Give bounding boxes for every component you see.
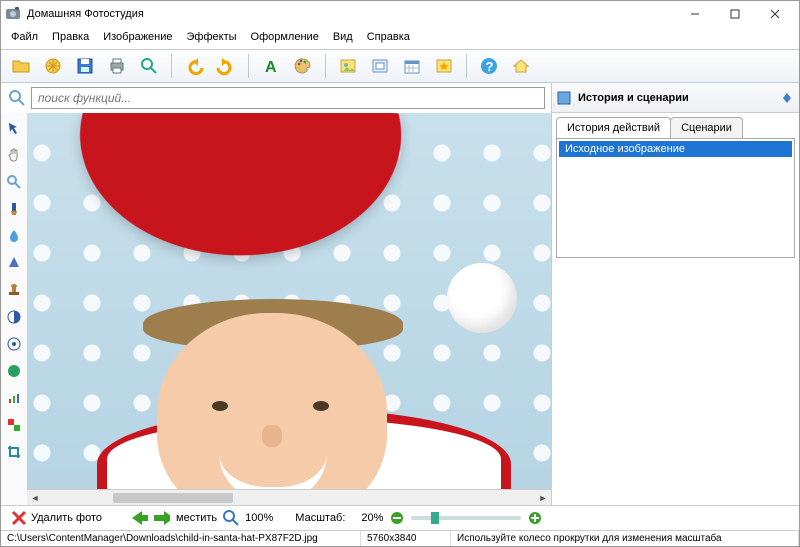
status-bar: C:\Users\ContentManager\Downloads\child-… xyxy=(1,530,799,546)
search-row xyxy=(1,83,551,113)
menu-help[interactable]: Справка xyxy=(361,29,416,45)
right-panel: История действий Сценарии Исходное изобр… xyxy=(551,113,799,505)
history-item[interactable]: Исходное изображение xyxy=(559,141,792,157)
right-panel-tabs: История действий Сценарии xyxy=(552,113,799,138)
zoom-in-icon[interactable] xyxy=(527,510,543,526)
panel-collapse-icon[interactable] xyxy=(779,90,795,106)
pointer-icon[interactable] xyxy=(3,117,25,139)
redo-icon[interactable] xyxy=(212,53,240,79)
scroll-track[interactable] xyxy=(43,491,535,505)
zoom-slider-knob[interactable] xyxy=(431,512,439,524)
blur-icon[interactable] xyxy=(3,252,25,274)
scroll-thumb[interactable] xyxy=(113,493,233,503)
minimize-button[interactable] xyxy=(675,2,715,26)
image-canvas[interactable] xyxy=(27,113,551,489)
status-dimensions: 5760x3840 xyxy=(361,531,451,546)
close-button[interactable] xyxy=(755,2,795,26)
workspace: ◄ ► История действий Сценарии Исходное и… xyxy=(1,113,799,505)
main-toolbar: A ? xyxy=(1,50,799,83)
help-icon[interactable]: ? xyxy=(475,53,503,79)
toolbar-separator xyxy=(171,54,172,78)
toolbar-separator xyxy=(466,54,467,78)
zoom-slider[interactable] xyxy=(411,516,521,520)
menu-file[interactable]: Файл xyxy=(5,29,44,45)
svg-text:A: A xyxy=(265,59,277,76)
fit100-label[interactable]: 100% xyxy=(245,512,273,524)
tab-history[interactable]: История действий xyxy=(556,117,671,138)
zoom-out-icon[interactable] xyxy=(389,510,405,526)
history-list: Исходное изображение xyxy=(556,138,795,258)
bottom-bar: Удалить фото местить 100% Масштаб: 20% xyxy=(1,505,799,530)
toolbar-separator xyxy=(325,54,326,78)
drop-icon[interactable] xyxy=(3,225,25,247)
contrast-icon[interactable] xyxy=(3,306,25,328)
delete-icon xyxy=(11,510,27,526)
open-folder-icon[interactable] xyxy=(7,53,35,79)
frame-icon[interactable] xyxy=(366,53,394,79)
undo-icon[interactable] xyxy=(180,53,208,79)
scroll-right-icon[interactable]: ► xyxy=(535,491,551,505)
calendar-icon[interactable] xyxy=(398,53,426,79)
fit100-icon[interactable] xyxy=(223,510,239,526)
scale-value: 20% xyxy=(351,512,383,524)
app-icon xyxy=(5,6,21,22)
status-filepath: C:\Users\ContentManager\Downloads\child-… xyxy=(1,531,361,546)
enhance-icon[interactable] xyxy=(39,53,67,79)
search-icon xyxy=(7,88,27,108)
brush-icon[interactable] xyxy=(3,198,25,220)
menu-edit[interactable]: Правка xyxy=(46,29,95,45)
left-toolbox xyxy=(1,113,27,505)
balance-icon[interactable] xyxy=(3,333,25,355)
swatch-icon[interactable] xyxy=(3,360,25,382)
stamp-icon[interactable] xyxy=(3,279,25,301)
crop-icon[interactable] xyxy=(3,441,25,463)
window-title: Домашняя Фотостудия xyxy=(27,8,675,20)
home-icon[interactable] xyxy=(507,53,535,79)
svg-text:?: ? xyxy=(486,59,494,74)
zoom-tool-icon[interactable] xyxy=(135,53,163,79)
menu-effects[interactable]: Эффекты xyxy=(181,29,243,45)
status-hint: Используйте колесо прокрутки для изменен… xyxy=(451,531,799,546)
title-bar: Домашняя Фотостудия xyxy=(1,1,799,27)
maximize-button[interactable] xyxy=(715,2,755,26)
horizontal-scrollbar[interactable]: ◄ ► xyxy=(27,489,551,505)
menu-decoration[interactable]: Оформление xyxy=(245,29,325,45)
levels-icon[interactable] xyxy=(3,387,25,409)
menu-bar: Файл Правка Изображение Эффекты Оформлен… xyxy=(1,27,799,50)
next-arrow-icon[interactable] xyxy=(154,510,170,526)
print-icon[interactable] xyxy=(103,53,131,79)
canvas-area: ◄ ► xyxy=(27,113,551,505)
window-controls xyxy=(675,2,795,26)
menu-image[interactable]: Изображение xyxy=(97,29,178,45)
magnifier-icon[interactable] xyxy=(3,171,25,193)
palette-icon[interactable] xyxy=(289,53,317,79)
delete-label: Удалить фото xyxy=(31,512,102,524)
tab-scenarios[interactable]: Сценарии xyxy=(670,117,743,138)
hand-icon[interactable] xyxy=(3,144,25,166)
effects-icon[interactable] xyxy=(430,53,458,79)
photo-icon[interactable] xyxy=(334,53,362,79)
delete-photo-button[interactable]: Удалить фото xyxy=(7,509,106,527)
save-icon[interactable] xyxy=(71,53,99,79)
photo-background xyxy=(27,113,551,489)
prev-arrow-icon[interactable] xyxy=(132,510,148,526)
toolbar-separator xyxy=(248,54,249,78)
right-panel-header: История и сценарии xyxy=(551,83,799,113)
right-panel-title: История и сценарии xyxy=(578,92,689,104)
search-input[interactable] xyxy=(31,87,545,109)
fit-label[interactable]: местить xyxy=(176,512,217,524)
menu-view[interactable]: Вид xyxy=(327,29,359,45)
history-panel-icon xyxy=(556,90,572,106)
colorfill-icon[interactable] xyxy=(3,414,25,436)
scroll-left-icon[interactable]: ◄ xyxy=(27,491,43,505)
text-tool-icon[interactable]: A xyxy=(257,53,285,79)
scale-label: Масштаб: xyxy=(295,512,345,524)
